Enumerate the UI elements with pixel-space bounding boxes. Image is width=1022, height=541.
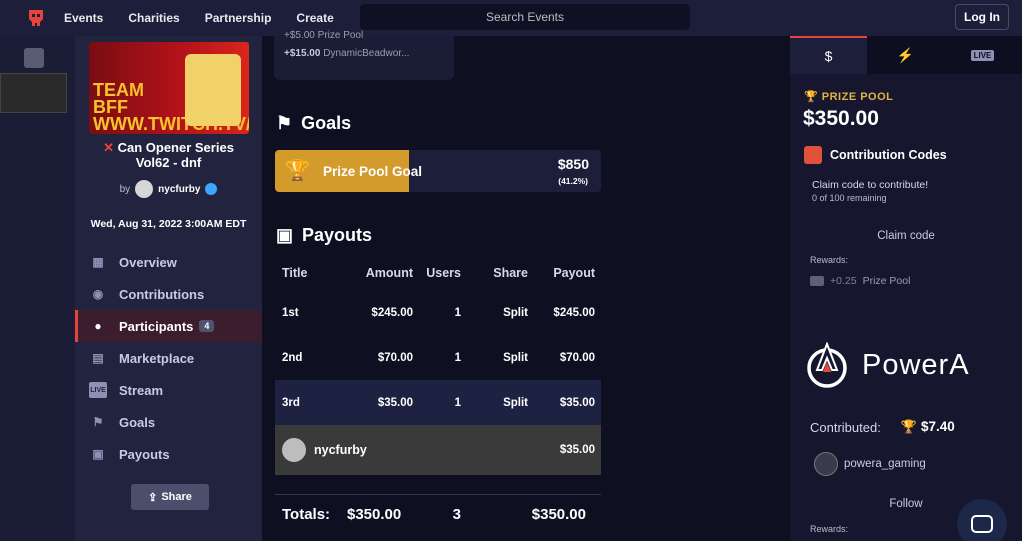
store-icon: ▤ [92, 351, 104, 365]
users-icon: ● [94, 319, 102, 333]
money-icon: ▣ [276, 225, 294, 245]
powera-logo-icon [807, 342, 847, 388]
participants-count-badge: 4 [199, 320, 215, 332]
search-input[interactable]: Search Events [360, 4, 690, 30]
table-row[interactable]: 3rd $35.00 1 Split $35.00 [275, 380, 601, 425]
avatar [814, 452, 838, 476]
goals-heading: ⚑ Goals [276, 113, 352, 133]
prize-pool-label: 🏆 PRIZE POOL [804, 91, 894, 103]
event-owner: by nycfurby [85, 180, 252, 198]
menu-item-payouts[interactable]: ▣ Payouts [75, 438, 262, 470]
prize-pool-value: $350.00 [803, 107, 879, 130]
reward-icon [810, 276, 824, 286]
avatar [282, 438, 306, 462]
prize-pool-goal[interactable]: 🏆 Prize Pool Goal $850 (41.2%) [275, 150, 601, 192]
table-row[interactable]: 1st $245.00 1 Split $245.00 [275, 290, 601, 335]
grid-icon: ▦ [92, 255, 104, 269]
share-icon: ⇪ [148, 491, 158, 504]
nav-events[interactable]: Events [64, 11, 103, 25]
sponsor-name: PowerA [862, 348, 970, 381]
contribution-line: +$5.00 Prize Pool [284, 30, 364, 41]
heart-icon[interactable] [24, 48, 44, 68]
payouts-table: Title Amount Users Share Payout 1st $245… [275, 256, 601, 475]
lightning-icon: ⚡ [896, 46, 915, 63]
claim-code-button[interactable]: Claim code [790, 230, 1022, 242]
menu-item-marketplace[interactable]: ▤ Marketplace [75, 342, 262, 374]
totals-row: Totals: $350.00 3 $350.00 [275, 494, 601, 534]
event-banner: TEAM BFF WWW.TWITCH.TV/ IFCYIPES [89, 42, 249, 134]
table-header: Title Amount Users Share Payout [282, 266, 595, 280]
winner-name: nycfurby [314, 443, 367, 457]
cross-icon: ✕ [103, 140, 114, 155]
claim-remaining: 0 of 100 remaining [812, 193, 887, 203]
tab-incentives[interactable]: ⚡ [867, 36, 944, 74]
event-date: Wed, Aug 31, 2022 3:00AM EDT [90, 218, 247, 230]
trophy-icon: 🏆 [285, 160, 310, 182]
chat-launcher-button[interactable] [957, 499, 1007, 541]
banner-text: TEAM BFF WWW.TWITCH.TV/ IFCYIPES [93, 80, 249, 134]
money-icon: ▣ [92, 447, 104, 461]
claim-text: Claim code to contribute! [812, 179, 929, 191]
banner-art [185, 54, 241, 126]
coins-icon: ◉ [92, 287, 104, 301]
verified-icon [205, 183, 218, 195]
contributed-amount: Contributed: 🏆 $7.40 [810, 419, 955, 435]
live-icon: LIVE [89, 382, 107, 398]
rewards-label: Rewards: [810, 255, 849, 265]
tab-donations[interactable]: $ [790, 36, 867, 74]
reward-item: +0.25 Prize Pool [810, 275, 910, 287]
flag-icon: ⚑ [276, 113, 293, 133]
contribution-codes-heading: Contribution Codes [804, 146, 947, 164]
nav-create[interactable]: Create [296, 11, 333, 25]
payouts-heading: ▣ Payouts [276, 225, 373, 245]
login-button[interactable]: Log In [955, 4, 1009, 30]
contributions-preview: +$5.00 Prize Pool +$15.00 DynamicBeadwor… [274, 30, 454, 80]
sponsor-logo[interactable]: PowerA [804, 342, 970, 388]
tab-live[interactable]: LIVE [944, 36, 1021, 74]
site-logo-icon[interactable] [26, 8, 46, 28]
menu-item-participants[interactable]: ● Participants 4 [75, 310, 262, 342]
contribution-line: +$15.00 DynamicBeadwor... [284, 48, 410, 59]
rewards-label: Rewards: [810, 524, 849, 534]
right-tabs: $ ⚡ LIVE [790, 36, 1022, 74]
live-icon: LIVE [970, 49, 995, 61]
trophy-icon: 🏆 [900, 419, 918, 434]
winner-payout: $35.00 [559, 444, 595, 456]
share-button[interactable]: ⇪ Share [131, 484, 209, 510]
table-row[interactable]: 2nd $70.00 1 Split $70.00 [275, 335, 601, 380]
owner-username[interactable]: nycfurby [158, 184, 200, 195]
event-title: ✕ Can Opener Series Vol62 - dnf [103, 140, 234, 170]
flag-icon: ⚑ [92, 415, 104, 429]
chat-icon [971, 515, 993, 533]
event-sidebar: TEAM BFF WWW.TWITCH.TV/ IFCYIPES ✕ Can O… [75, 36, 262, 541]
event-thumbnail[interactable] [0, 73, 67, 113]
nav-charities[interactable]: Charities [128, 11, 179, 25]
menu-item-stream[interactable]: LIVE Stream [75, 374, 262, 406]
goal-amount: $850 [557, 156, 589, 172]
left-rail [0, 36, 75, 541]
sponsor-user[interactable]: powera_gaming [814, 452, 926, 476]
nav-partnership[interactable]: Partnership [205, 11, 272, 25]
winner-row[interactable]: nycfurby $35.00 [275, 425, 601, 475]
gift-icon [804, 146, 822, 164]
goal-label: Prize Pool Goal [323, 164, 423, 179]
main-content: +$5.00 Prize Pool +$15.00 DynamicBeadwor… [262, 30, 790, 541]
right-panel: $ ⚡ LIVE 🏆 PRIZE POOL $350.00 Contributi… [790, 36, 1022, 541]
top-navbar: Events Charities Partnership Create Sear… [0, 0, 1022, 36]
menu-item-goals[interactable]: ⚑ Goals [75, 406, 262, 438]
money-bag-icon: $ [824, 48, 833, 64]
menu-item-overview[interactable]: ▦ Overview [75, 246, 262, 278]
goal-percent: (41.2%) [558, 176, 588, 186]
event-menu: ▦ Overview ◉ Contributions ● Participants 4 … [75, 246, 262, 470]
menu-item-contributions[interactable]: ◉ Contributions [75, 278, 262, 310]
avatar[interactable] [135, 180, 154, 198]
